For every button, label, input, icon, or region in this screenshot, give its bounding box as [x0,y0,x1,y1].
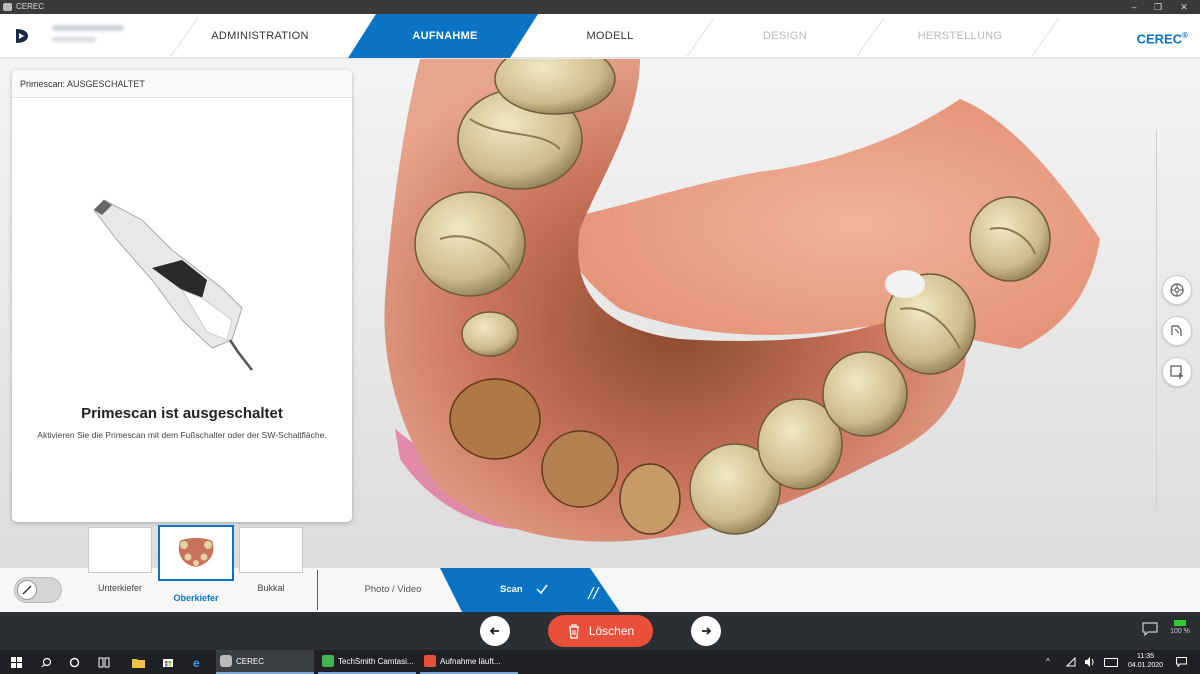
nav-separator [1031,18,1060,56]
arrow-right-icon [702,627,712,635]
network-icon[interactable] [1065,650,1076,674]
cerec-app-icon [220,655,232,667]
nav-separator [856,18,885,56]
primescan-device-image [93,199,253,371]
tooth-scan-icon [1171,325,1182,336]
windows-start-icon[interactable] [8,654,24,670]
keyboard-icon[interactable] [1104,650,1118,674]
minimize-button[interactable]: – [1122,0,1146,14]
arrow-left-icon [489,627,499,635]
thumb-bukkal[interactable] [239,527,303,573]
tab-modell[interactable]: MODELL [540,14,680,58]
trash-icon [568,624,579,639]
restore-button[interactable]: ❐ [1146,0,1170,14]
search-icon[interactable] [38,654,54,670]
cerec-brand[interactable]: CEREC® [1137,14,1188,58]
tooth-scan-button[interactable] [1162,316,1192,346]
taskbar-app-label: CEREC [236,656,265,666]
brand-registered-mark: ® [1182,31,1188,40]
taskbar-app-recording[interactable]: Aufnahme läuft... [420,650,518,674]
delete-label: Löschen [588,624,635,638]
scanner-tip-icon [22,585,32,595]
edge-browser-icon[interactable]: e [190,654,206,670]
palette-icon [1170,283,1184,297]
cerec-app: CEREC – ❐ ✕ ADMINISTRATION AUFNAHME MODE… [0,0,1200,674]
clock-time: 11:35 [1137,653,1155,660]
add-selection-button[interactable] [1162,357,1192,387]
label-unterkiefer: Unterkiefer [97,583,142,593]
battery-status: 100 % [1168,620,1192,635]
taskbar-app-cerec[interactable]: CEREC [216,650,314,674]
delete-button[interactable]: Löschen [548,615,653,647]
next-button[interactable] [691,616,721,646]
cortana-icon[interactable] [66,654,82,670]
scanner-status-description: Aktivieren Sie die Primescan mit dem Fuß… [37,430,327,440]
notification-center-icon[interactable] [1176,650,1187,674]
tab-administration[interactable]: ADMINISTRATION [180,14,340,58]
thumb-unterkiefer[interactable] [88,527,152,573]
window-titlebar: CEREC – ❐ ✕ [0,0,1200,14]
texture-button[interactable] [1162,275,1192,305]
jaw-thumbnail-icon [178,538,214,567]
battery-icon [1174,620,1186,626]
label-oberkiefer: Oberkiefer [173,593,219,603]
recording-icon [424,655,436,667]
previous-button[interactable] [480,616,510,646]
patient-info[interactable] [52,25,132,42]
message-icon[interactable] [1142,622,1158,636]
taskbar-app-camtasia[interactable]: TechSmith Camtasi... [318,650,416,674]
window-title: CEREC [16,2,45,11]
system-clock[interactable]: 11:35 04.01.2020 [1128,652,1163,670]
check-icon [536,584,548,595]
phase-header: ADMINISTRATION AUFNAHME MODELL DESIGN HE… [0,14,1200,58]
battery-level: 100 % [1170,628,1190,635]
camtasia-icon [322,655,334,667]
toggle-knob [17,580,37,600]
tab-herstellung: HERSTELLUNG [917,30,1003,42]
svg-text:e: e [193,656,200,668]
step-scan-label: Scan [500,584,523,595]
label-bukkal: Bukkal [257,583,285,593]
close-button[interactable]: ✕ [1172,0,1196,14]
taskbar-app-label: Aufnahme läuft... [440,656,501,666]
taskbar-app-label: TechSmith Camtasi... [338,656,414,666]
tool-rail [1156,130,1157,510]
clock-date: 04.01.2020 [1128,662,1164,669]
thumb-oberkiefer[interactable] [158,525,234,581]
dentsply-logo-icon [16,29,28,43]
task-view-icon[interactable] [96,654,112,670]
panel-header: Primescan: AUSGESCHALTET [12,70,352,98]
app-logo-icon [3,3,12,11]
tab-aufnahme[interactable]: AUFNAHME [360,14,530,58]
file-explorer-icon[interactable] [130,654,146,670]
os-taskbar: e CEREC TechSmith Camtasi... Aufnahme lä… [0,650,1200,674]
brand-text: CEREC [1136,31,1183,47]
tray-chevron-icon[interactable]: ^ [1046,650,1050,674]
stripes-icon [587,586,600,600]
tab-design: DESIGN [763,30,807,42]
add-selection-icon [1170,365,1183,379]
scanner-toggle[interactable] [14,577,62,603]
nav-separator [686,18,715,56]
scanner-status-panel: Primescan: AUSGESCHALTET Primescan ist a… [12,70,352,522]
scanner-status-title: Primescan ist ausgeschaltet [81,405,283,422]
store-icon[interactable] [160,654,176,670]
volume-icon[interactable] [1084,650,1095,674]
